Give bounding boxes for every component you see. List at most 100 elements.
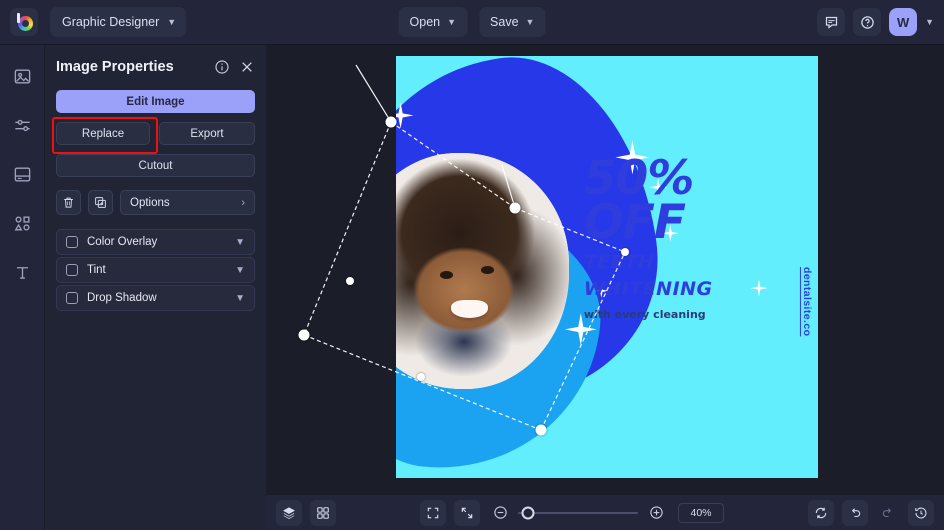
selection-handle[interactable] (621, 248, 629, 256)
poster-website[interactable]: dentalsite.co (801, 267, 813, 336)
image-icon (14, 68, 30, 84)
color-overlay-checkbox[interactable] (66, 236, 78, 248)
rail-item-adjust[interactable] (7, 110, 37, 140)
comment-button[interactable] (817, 8, 846, 36)
chevron-down-icon[interactable]: ▼ (235, 265, 245, 276)
rail-item-image[interactable] (7, 61, 37, 91)
export-button[interactable]: Export (159, 122, 255, 145)
design-canvas[interactable]: 50% OFF TEETH WHITENING with every clean… (396, 56, 818, 478)
history-icon (915, 507, 927, 518)
top-bar: Graphic Designer ▼ Open ▼ Save ▼ W ▼ (0, 0, 944, 45)
save-button[interactable]: Save ▼ (479, 7, 546, 37)
color-wheel-icon (17, 15, 33, 31)
drop-shadow-label: Drop Shadow (87, 292, 157, 304)
layers-button[interactable] (276, 499, 302, 526)
effect-row-tint[interactable]: Tint ▼ (56, 257, 255, 283)
replace-button-highlight: Replace (52, 117, 158, 154)
tint-checkbox[interactable] (66, 264, 78, 276)
replace-button[interactable]: Replace (56, 122, 150, 145)
center-actions: Open ▼ Save ▼ (398, 7, 546, 37)
zoom-out-button[interactable] (488, 501, 512, 525)
portrait-eye-right (481, 266, 495, 275)
selection-midpoint-handle[interactable] (346, 277, 354, 285)
comment-icon (825, 16, 837, 29)
delete-button[interactable] (56, 190, 81, 215)
layers-icon (283, 506, 295, 519)
drop-shadow-checkbox[interactable] (66, 292, 78, 304)
chevron-down-icon: ▼ (167, 16, 177, 27)
cutout-button[interactable]: Cutout (56, 154, 255, 177)
selection-handle[interactable] (509, 202, 521, 214)
help-button[interactable] (853, 8, 882, 36)
logo-stem-icon (17, 13, 20, 23)
edit-image-button[interactable]: Edit Image (56, 90, 255, 113)
headline-off: OFF (583, 194, 686, 250)
app-mode-selector[interactable]: Graphic Designer ▼ (50, 7, 187, 37)
layout-icon (14, 166, 30, 182)
options-button[interactable]: Options › (120, 190, 255, 215)
shapes-icon (14, 215, 30, 231)
zoom-slider[interactable] (518, 506, 638, 519)
chevron-down-icon[interactable]: ▼ (235, 237, 245, 248)
grid-button[interactable] (310, 499, 336, 526)
undo-button[interactable] (842, 499, 868, 526)
fit-screen-button[interactable] (420, 499, 446, 526)
chevron-right-icon: › (241, 196, 245, 209)
selection-midpoint-handle[interactable] (417, 373, 425, 381)
text-icon (16, 266, 28, 279)
rail-item-layout[interactable] (7, 159, 37, 189)
headline-teeth: TEETH (583, 250, 655, 273)
account-chevron-down-icon[interactable]: ▼ (925, 17, 934, 27)
poster-copy[interactable]: 50% OFF TEETH WHITENING with every clean… (583, 155, 787, 321)
chevron-down-icon: ▼ (525, 16, 535, 27)
close-icon[interactable] (239, 59, 255, 75)
image-properties-panel: Image Properties Edit Image Replace Expo… (45, 45, 266, 530)
selection-handle[interactable] (385, 116, 397, 128)
options-label: Options (130, 196, 170, 209)
user-avatar[interactable]: W (889, 8, 918, 36)
duplicate-button[interactable] (88, 190, 113, 215)
portrait-mask[interactable] (396, 153, 570, 390)
image-tool-row: Options › (56, 190, 255, 215)
color-overlay-label: Color Overlay (87, 236, 158, 248)
adjustments-icon (14, 119, 30, 131)
panel-title: Image Properties (56, 59, 174, 75)
rail-item-text[interactable] (7, 257, 37, 287)
bottom-toolbar: 40% (266, 494, 944, 530)
app-logo[interactable] (10, 8, 38, 36)
portrait-photo (396, 153, 570, 390)
history-button[interactable] (908, 499, 934, 526)
selection-handle[interactable] (535, 424, 547, 436)
duplicate-icon (95, 197, 106, 208)
edit-image-label: Edit Image (126, 95, 185, 108)
effect-row-color-overlay[interactable]: Color Overlay ▼ (56, 229, 255, 255)
replace-export-row: Replace Export (52, 117, 255, 154)
app-mode-label: Graphic Designer (62, 15, 160, 29)
rail-item-shapes[interactable] (7, 208, 37, 238)
effect-row-drop-shadow[interactable]: Drop Shadow ▼ (56, 285, 255, 311)
headline-whitening: WHITENING (583, 278, 713, 301)
redo-icon (882, 507, 892, 517)
portrait-smile (450, 299, 488, 319)
chevron-down-icon[interactable]: ▼ (235, 293, 245, 304)
chevron-down-icon: ▼ (447, 16, 457, 27)
zoom-level-field[interactable]: 40% (678, 502, 724, 523)
sync-button[interactable] (808, 499, 834, 526)
portrait-eye-left (439, 271, 453, 279)
selection-handle[interactable] (298, 329, 310, 341)
zoom-slider-knob[interactable] (521, 506, 535, 519)
zoom-in-button[interactable] (644, 501, 668, 525)
open-button[interactable]: Open ▼ (398, 7, 468, 37)
canvas-workspace[interactable]: 50% OFF TEETH WHITENING with every clean… (266, 45, 944, 494)
sync-icon (815, 507, 827, 518)
help-circle-icon (860, 15, 874, 29)
save-label: Save (490, 15, 519, 29)
trash-icon (64, 197, 73, 208)
info-circle-icon[interactable] (214, 59, 230, 75)
open-label: Open (409, 15, 441, 29)
undo-icon (851, 507, 861, 517)
export-label: Export (190, 127, 224, 140)
collapse-button[interactable] (454, 499, 480, 526)
redo-button[interactable] (876, 501, 900, 525)
grid-icon (317, 506, 329, 519)
